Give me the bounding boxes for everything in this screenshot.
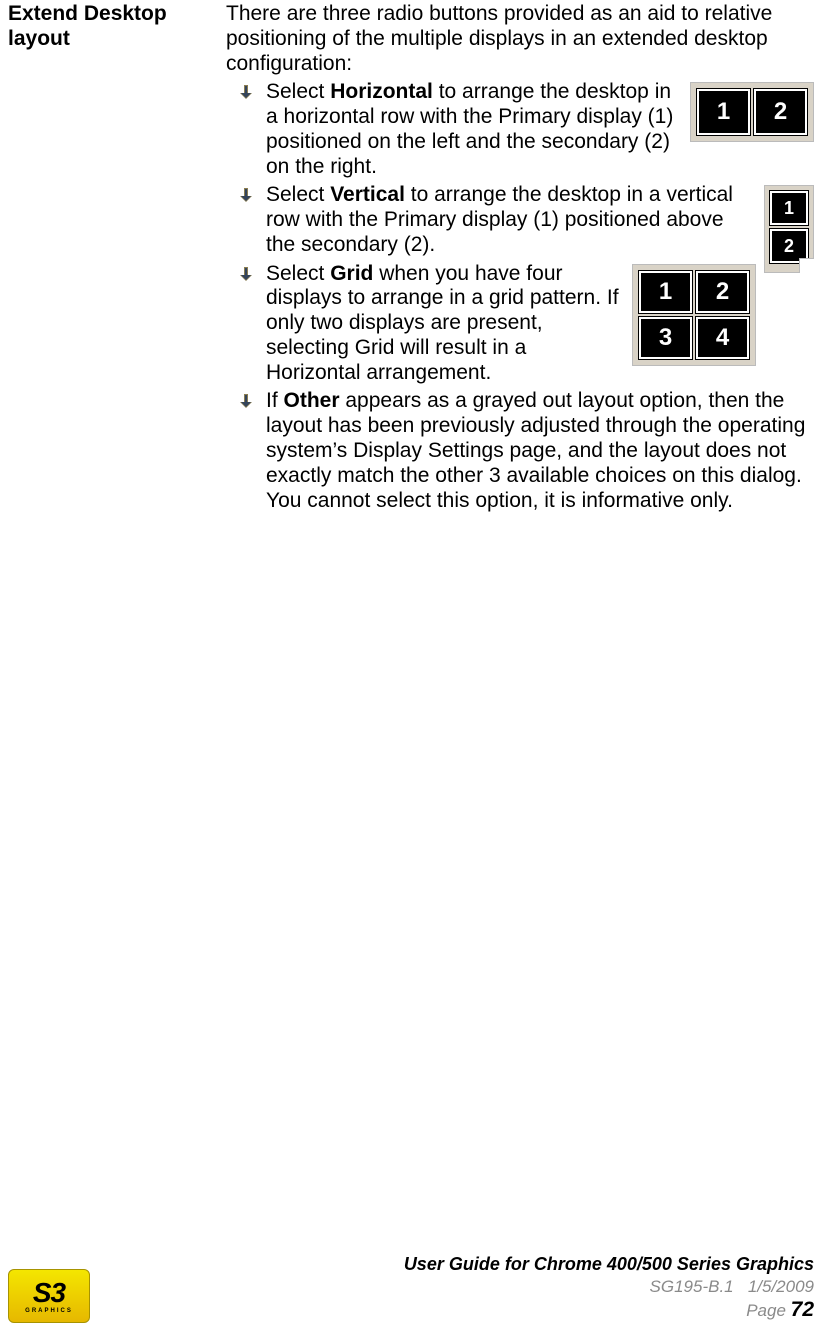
display-tile-1: 1 (639, 271, 692, 313)
option-text-pre: Select (266, 262, 330, 285)
footer-docinfo: SG195-B.1 1/5/2009 (90, 1276, 814, 1297)
bullet-arrow-icon (238, 393, 254, 409)
footer-page-number: 72 (791, 1298, 814, 1321)
display-tile-1: 1 (770, 191, 808, 225)
footer-text-block: User Guide for Chrome 400/500 Series Gra… (90, 1253, 814, 1323)
layout-option-vertical: 1 2 Select Vertical to arrange the deskt… (226, 183, 814, 257)
bullet-arrow-icon (238, 187, 254, 203)
option-text-bold: Horizontal (330, 80, 433, 103)
layout-options-list: 1 2 Select Horizontal to arrange the des… (226, 80, 814, 513)
option-text-bold: Grid (330, 262, 373, 285)
layout-option-other: If Other appears as a grayed out layout … (226, 389, 814, 513)
option-text-bold: Other (284, 389, 340, 412)
grid-layout-illustration: 1 2 3 4 (632, 264, 756, 366)
display-tile-2: 2 (754, 89, 807, 135)
section-row: Extend Desktop layout There are three ra… (8, 0, 814, 517)
option-text-pre: Select (266, 80, 330, 103)
section-label-line2: layout (8, 27, 70, 50)
section-label-line1: Extend Desktop (8, 2, 167, 25)
display-tile-1: 1 (697, 89, 750, 135)
bullet-arrow-icon (238, 266, 254, 282)
footer-title: User Guide for Chrome 400/500 Series Gra… (90, 1253, 814, 1276)
horizontal-layout-illustration: 1 2 (690, 82, 814, 142)
vertical-layout-illustration: 1 2 (764, 185, 814, 273)
layout-option-grid: 1 2 3 4 Select Grid when you have four d… (226, 262, 814, 386)
section-intro: There are three radio buttons provided a… (226, 2, 814, 76)
section-description: There are three radio buttons provided a… (226, 2, 814, 517)
document-page: Extend Desktop layout There are three ra… (0, 0, 824, 1335)
option-text-pre: Select (266, 183, 330, 206)
option-text-bold: Vertical (330, 183, 405, 206)
display-tile-3: 3 (639, 317, 692, 359)
section-label: Extend Desktop layout (8, 2, 226, 52)
option-text-post: appears as a grayed out layout option, t… (266, 389, 805, 511)
footer-date: 1/5/2009 (748, 1277, 814, 1296)
footer-doc-id: SG195-B.1 (650, 1277, 734, 1296)
bullet-arrow-icon (238, 84, 254, 100)
footer-page-label: Page (746, 1301, 790, 1320)
logo-sub-text: GRAPHICS (25, 1308, 73, 1314)
logo-main-text: S3 (33, 1280, 65, 1305)
layout-option-horizontal: 1 2 Select Horizontal to arrange the des… (226, 80, 814, 179)
s3-graphics-logo: S3 GRAPHICS (8, 1269, 90, 1323)
page-footer: S3 GRAPHICS User Guide for Chrome 400/50… (0, 1253, 824, 1323)
display-tile-2: 2 (696, 271, 749, 313)
option-text-pre: If (266, 389, 284, 412)
display-tile-4: 4 (696, 317, 749, 359)
footer-page: Page 72 (90, 1297, 814, 1323)
